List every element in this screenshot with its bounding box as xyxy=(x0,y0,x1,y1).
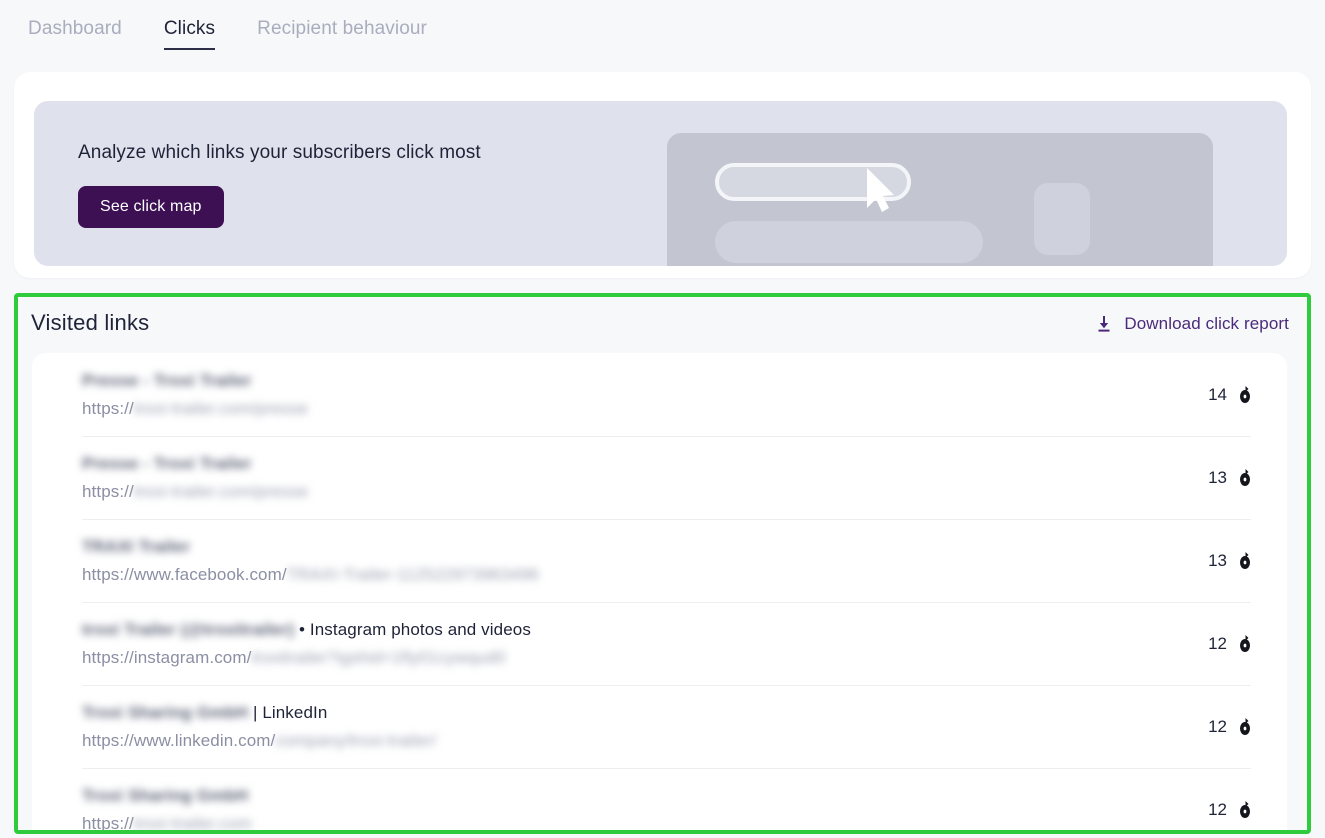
link-title-redacted: TRAXI Trailer xyxy=(82,536,191,556)
promo-headline: Analyze which links your subscribers cli… xyxy=(78,142,481,163)
click-count-value: 13 xyxy=(1208,467,1227,487)
link-url: https://www.linkedin.com/company/troxi-t… xyxy=(82,731,1208,751)
list-item[interactable]: Presse - Troxi Trailer https://troxi-tra… xyxy=(32,353,1287,436)
page-title: Visited links xyxy=(31,310,150,335)
cursor-arrow-icon xyxy=(867,168,894,212)
link-url-redacted: troxi-trailer.com xyxy=(133,813,252,833)
link-info: Troxi Sharing GmbH | LinkedIn https://ww… xyxy=(82,703,1208,751)
download-icon xyxy=(1096,315,1112,333)
link-url-redacted: TRAXI-Trailer-112522973963496 xyxy=(286,564,540,584)
link-url: https://troxi-trailer.com xyxy=(82,813,1208,833)
illustration-square-block xyxy=(1034,183,1090,255)
link-url-redacted: troxi-trailer.com/presse xyxy=(133,398,309,418)
click-icon xyxy=(1239,717,1251,736)
visited-links-list: Presse - Troxi Trailer https://troxi-tra… xyxy=(32,353,1287,833)
list-item[interactable]: Troxi Sharing GmbH | LinkedIn https://ww… xyxy=(32,685,1287,768)
tab-recipient-behaviour[interactable]: Recipient behaviour xyxy=(257,0,427,50)
click-count-value: 12 xyxy=(1208,799,1227,819)
click-count: 12 xyxy=(1208,717,1287,737)
download-click-report-link[interactable]: Download click report xyxy=(1096,314,1289,334)
link-url-visible: https:// xyxy=(82,481,134,501)
link-title-redacted: Troxi Sharing GmbH xyxy=(82,785,249,805)
click-icon xyxy=(1239,800,1251,819)
list-item[interactable]: TRAXI Trailer https://www.facebook.com/T… xyxy=(32,519,1287,602)
click-count: 13 xyxy=(1208,551,1287,571)
list-item[interactable]: Presse - Troxi Trailer https://troxi-tra… xyxy=(32,436,1287,519)
link-url-redacted: company/troxi-trailer/ xyxy=(275,730,437,750)
click-icon xyxy=(1239,385,1251,404)
link-title: Troxi Sharing GmbH | LinkedIn xyxy=(82,703,1208,723)
download-click-report-label: Download click report xyxy=(1124,314,1289,333)
link-info: troxi Trailer (@troxitrailer) • Instagra… xyxy=(82,620,1208,668)
link-info: Troxi Sharing GmbH https://troxi-trailer… xyxy=(82,786,1208,833)
link-title-redacted: Troxi Sharing GmbH xyxy=(82,702,249,722)
link-url-redacted: troxi-trailer.com/presse xyxy=(133,481,309,501)
link-title: TRAXI Trailer xyxy=(82,537,1208,557)
click-icon xyxy=(1239,468,1251,487)
link-url: https://www.facebook.com/TRAXI-Trailer-1… xyxy=(82,565,1208,585)
click-count: 13 xyxy=(1208,468,1287,488)
click-count-value: 13 xyxy=(1208,550,1227,570)
link-title-visible: | LinkedIn xyxy=(252,702,328,722)
link-title: troxi Trailer (@troxitrailer) • Instagra… xyxy=(82,620,1208,640)
click-icon xyxy=(1239,551,1251,570)
link-url-visible: https://www.linkedin.com/ xyxy=(82,730,276,750)
visited-links-section: Visited links Download click report Pres… xyxy=(14,293,1311,834)
click-map-promo-banner: Analyze which links your subscribers cli… xyxy=(34,101,1287,266)
tab-clicks[interactable]: Clicks xyxy=(163,0,216,50)
link-title: Presse - Troxi Trailer xyxy=(82,454,1208,474)
link-url-visible: https:// xyxy=(82,398,134,418)
link-url-redacted: troxitrailer?igshid=1fly01cywqud0 xyxy=(251,647,506,667)
link-url: https://troxi-trailer.com/presse xyxy=(82,399,1208,419)
link-url-visible: https://www.facebook.com/ xyxy=(82,564,287,584)
link-url-visible: https:// xyxy=(82,813,134,833)
link-title: Troxi Sharing GmbH xyxy=(82,786,1208,806)
illustration-bar-solid xyxy=(715,221,983,263)
link-url-visible: https://instagram.com/ xyxy=(82,647,252,667)
tab-dashboard[interactable]: Dashboard xyxy=(28,0,122,50)
link-url: https://troxi-trailer.com/presse xyxy=(82,482,1208,502)
click-count: 12 xyxy=(1208,800,1287,820)
link-info: Presse - Troxi Trailer https://troxi-tra… xyxy=(82,454,1208,502)
click-count-value: 12 xyxy=(1208,716,1227,736)
link-info: TRAXI Trailer https://www.facebook.com/T… xyxy=(82,537,1208,585)
click-count: 12 xyxy=(1208,634,1287,654)
link-title-redacted: Presse - Troxi Trailer xyxy=(82,453,252,473)
visited-links-header: Visited links Download click report xyxy=(18,297,1307,353)
click-count-value: 14 xyxy=(1208,384,1227,404)
link-title-visible: • Instagram photos and videos xyxy=(299,619,531,639)
click-count: 14 xyxy=(1208,385,1287,405)
list-item[interactable]: Troxi Sharing GmbH https://troxi-trailer… xyxy=(32,768,1287,833)
tab-bar: Dashboard Clicks Recipient behaviour xyxy=(0,0,1325,66)
see-click-map-button[interactable]: See click map xyxy=(78,186,224,228)
click-map-illustration xyxy=(667,133,1213,266)
click-count-value: 12 xyxy=(1208,633,1227,653)
list-item[interactable]: troxi Trailer (@troxitrailer) • Instagra… xyxy=(32,602,1287,685)
link-title: Presse - Troxi Trailer xyxy=(82,371,1208,391)
click-icon xyxy=(1239,634,1251,653)
link-title-redacted: troxi Trailer (@troxitrailer) xyxy=(82,619,295,639)
link-url: https://instagram.com/troxitrailer?igshi… xyxy=(82,648,1208,668)
link-info: Presse - Troxi Trailer https://troxi-tra… xyxy=(82,371,1208,419)
link-title-redacted: Presse - Troxi Trailer xyxy=(82,370,252,390)
